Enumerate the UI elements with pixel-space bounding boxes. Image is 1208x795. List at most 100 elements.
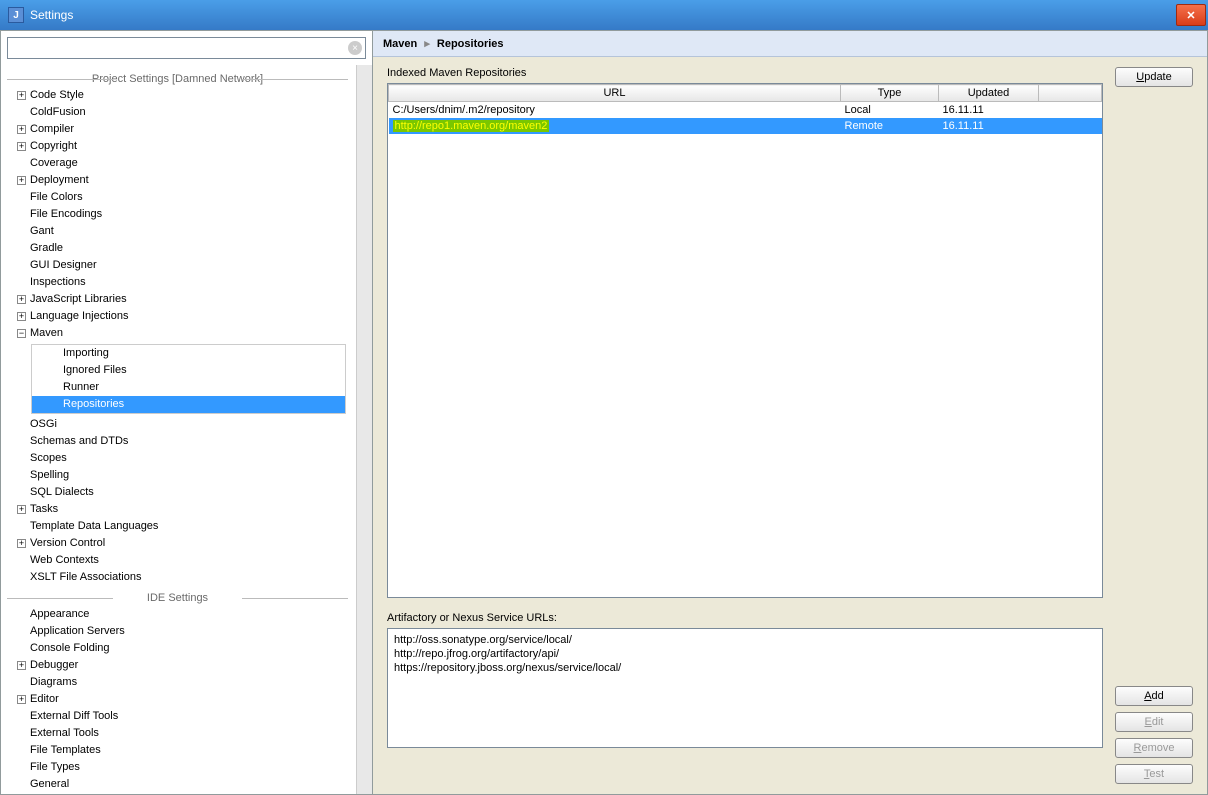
col-type[interactable]: Type xyxy=(841,85,939,102)
breadcrumb-root[interactable]: Maven xyxy=(383,38,417,50)
tree-item[interactable]: +Language Injections xyxy=(1,308,354,325)
tree-item[interactable]: GUI Designer xyxy=(1,257,354,274)
expand-icon[interactable]: + xyxy=(17,312,26,321)
tree-item[interactable]: Inspections xyxy=(1,274,354,291)
table-row[interactable]: C:/Users/dnim/.m2/repositoryLocal16.11.1… xyxy=(389,102,1102,119)
search-input[interactable] xyxy=(7,37,366,59)
tree-item[interactable]: −Maven xyxy=(1,325,354,342)
col-updated[interactable]: Updated xyxy=(939,85,1039,102)
tree-item-label: Coverage xyxy=(30,157,78,169)
tree-item-label: Gradle xyxy=(30,242,63,254)
tree-item[interactable]: Schemas and DTDs xyxy=(1,433,354,450)
services-label: Artifactory or Nexus Service URLs: xyxy=(387,612,1103,624)
tree-item-label: Importing xyxy=(63,347,109,359)
clear-search-icon[interactable]: × xyxy=(348,41,362,55)
tree-item-label: External Diff Tools xyxy=(30,710,118,722)
remove-button[interactable]: Remove xyxy=(1115,738,1193,758)
expand-icon[interactable]: + xyxy=(17,176,26,185)
tree-item[interactable]: +Compiler xyxy=(1,121,354,138)
main-panel: Maven ▸ Repositories Indexed Maven Repos… xyxy=(373,31,1207,794)
list-item[interactable]: http://repo.jfrog.org/artifactory/api/ xyxy=(392,647,1098,661)
expand-icon[interactable]: + xyxy=(17,142,26,151)
col-extra[interactable] xyxy=(1039,85,1102,102)
tree-item[interactable]: ColdFusion xyxy=(1,104,354,121)
tree-item[interactable]: Template Data Languages xyxy=(1,518,354,535)
tree-item[interactable]: File Types xyxy=(1,759,354,776)
cell-extra xyxy=(1039,102,1102,119)
test-button[interactable]: Test xyxy=(1115,764,1193,784)
collapse-icon[interactable]: − xyxy=(17,329,26,338)
close-button[interactable]: ✕ xyxy=(1176,4,1206,26)
tree-item-label: ColdFusion xyxy=(30,106,86,118)
list-item[interactable]: http://oss.sonatype.org/service/local/ xyxy=(392,633,1098,647)
tree-item[interactable]: +JavaScript Libraries xyxy=(1,291,354,308)
repos-table[interactable]: URL Type Updated C:/Users/dnim/.m2/repos… xyxy=(387,83,1103,598)
tree-item[interactable]: +Version Control xyxy=(1,535,354,552)
update-button[interactable]: Update xyxy=(1115,67,1193,87)
tree-item[interactable]: +Deployment xyxy=(1,172,354,189)
tree-item[interactable]: + Editor xyxy=(1,691,354,708)
tree-item[interactable]: Scopes xyxy=(1,450,354,467)
tree-item-label: OSGi xyxy=(30,418,57,430)
tree-item[interactable]: Coverage xyxy=(1,155,354,172)
tree-item[interactable]: Web Contexts xyxy=(1,552,354,569)
tree-item-label: Maven xyxy=(30,327,63,339)
tree-item[interactable]: SQL Dialects xyxy=(1,484,354,501)
tree-item-label: Appearance xyxy=(30,608,89,620)
tree-item[interactable]: Appearance xyxy=(1,606,354,623)
breadcrumb: Maven ▸ Repositories xyxy=(373,31,1207,57)
add-button[interactable]: Add xyxy=(1115,686,1193,706)
tree-item[interactable]: OSGi xyxy=(1,416,354,433)
tree-item[interactable]: +Copyright xyxy=(1,138,354,155)
tree-item[interactable]: Gradle xyxy=(1,240,354,257)
sidebar-scrollbar[interactable] xyxy=(356,65,372,794)
tree-item[interactable]: GitHub xyxy=(1,793,354,794)
subtree: Importing Ignored FilesRunnerRepositories xyxy=(31,344,346,414)
tree-item[interactable]: Application Servers xyxy=(1,623,354,640)
sidebar: × Project Settings [Damned Network]+Code… xyxy=(1,31,373,794)
tree-item[interactable]: Repositories xyxy=(32,396,345,413)
tree-item-label: Code Style xyxy=(30,89,84,101)
tree-item[interactable]: External Diff Tools xyxy=(1,708,354,725)
cell-updated: 16.11.11 xyxy=(939,102,1039,119)
expand-icon[interactable]: + xyxy=(17,695,26,704)
tree-item[interactable]: Importing xyxy=(32,345,345,362)
tree-item[interactable]: File Encodings xyxy=(1,206,354,223)
expand-icon[interactable]: + xyxy=(17,661,26,670)
tree-item[interactable]: Gant xyxy=(1,223,354,240)
tree-item-label: File Templates xyxy=(30,744,101,756)
tree-item[interactable]: +Debugger xyxy=(1,657,354,674)
expand-icon[interactable]: + xyxy=(17,91,26,100)
tree-item[interactable]: XSLT File Associations xyxy=(1,569,354,586)
tree-item[interactable]: Diagrams xyxy=(1,674,354,691)
tree-item-label: Scopes xyxy=(30,452,67,464)
cell-type: Local xyxy=(841,102,939,119)
tree-item-label: Console Folding xyxy=(30,642,110,654)
list-item[interactable]: https://repository.jboss.org/nexus/servi… xyxy=(392,661,1098,675)
tree-item[interactable]: + Tasks xyxy=(1,501,354,518)
expand-icon[interactable]: + xyxy=(17,539,26,548)
tree-item[interactable]: Spelling xyxy=(1,467,354,484)
tree-item[interactable]: + Code Style xyxy=(1,87,354,104)
settings-tree[interactable]: Project Settings [Damned Network]+Code S… xyxy=(1,65,356,794)
tree-item-label: External Tools xyxy=(30,727,99,739)
tree-item[interactable]: External Tools xyxy=(1,725,354,742)
expand-icon[interactable]: + xyxy=(17,125,26,134)
tree-item-label: Template Data Languages xyxy=(30,520,158,532)
edit-button[interactable]: Edit xyxy=(1115,712,1193,732)
tree-item[interactable]: General xyxy=(1,776,354,793)
tree-item[interactable]: File Colors xyxy=(1,189,354,206)
expand-icon[interactable]: + xyxy=(17,295,26,304)
tree-item-label: Application Servers xyxy=(30,625,125,637)
col-url[interactable]: URL xyxy=(389,85,841,102)
tree-item[interactable]: Console Folding xyxy=(1,640,354,657)
service-url-list[interactable]: http://oss.sonatype.org/service/local/ht… xyxy=(387,628,1103,748)
tree-item[interactable]: Runner xyxy=(32,379,345,396)
tree-item[interactable]: File Templates xyxy=(1,742,354,759)
tree-item-label: Editor xyxy=(30,693,59,705)
tree-item[interactable]: Ignored Files xyxy=(32,362,345,379)
cell-updated: 16.11.11 xyxy=(939,118,1039,134)
expand-icon[interactable]: + xyxy=(17,505,26,514)
tree-item-label: Tasks xyxy=(30,503,58,515)
table-row[interactable]: http://repo1.maven.org/maven2Remote16.11… xyxy=(389,118,1102,134)
